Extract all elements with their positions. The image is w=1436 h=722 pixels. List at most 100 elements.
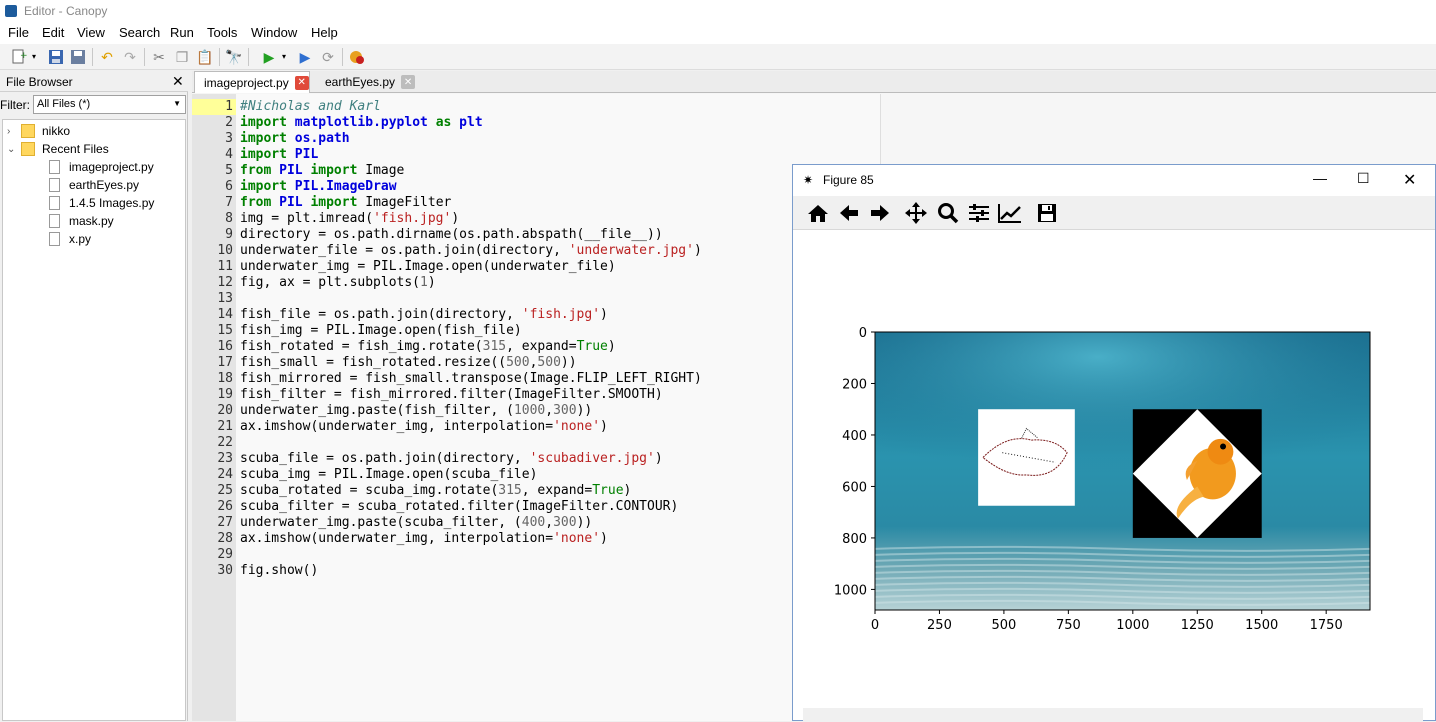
menu-run[interactable]: Run [170,25,194,40]
code-token: from [240,195,272,210]
line-number: 5 [225,163,233,178]
cut-icon[interactable]: ✂ [150,48,168,66]
menu-file[interactable]: File [8,25,29,40]
code-token: ) [693,243,702,258]
menu-window[interactable]: Window [251,25,297,40]
line-number: 13 [217,291,233,306]
restart-kernel-icon[interactable]: ⟳ [319,48,337,66]
tree-folder-nikko[interactable]: › nikko [7,122,70,140]
code-token: fish_mirrored = fish_small.transpose(Ima… [240,371,702,386]
code-token: fig, ax = plt.subplots( [240,275,421,290]
toolbar-separator [219,48,220,66]
menu-edit[interactable]: Edit [42,25,64,40]
x-tick-label: 250 [927,618,952,633]
package-manager-icon[interactable] [348,48,366,66]
code-text-area[interactable]: #Nicholas and Karl import matplotlib.pypl… [236,94,881,721]
code-line: underwater_img.paste(scuba_filter, (400,… [240,515,592,531]
editor-tabs: imageproject.py ✕ earthEyes.py ✕ [192,71,1436,93]
code-line: import PIL [240,147,318,163]
line-number: 7 [225,195,233,210]
new-file-dropdown-icon[interactable]: ▾ [29,48,39,66]
close-icon[interactable]: ✕ [172,73,184,90]
tree-folder-recent-files[interactable]: ⌄ Recent Files [7,140,109,158]
tree-file[interactable]: earthEyes.py [49,176,139,194]
code-token: 315 [498,483,522,498]
window-title: Editor - Canopy [24,4,108,18]
run-dropdown-icon[interactable]: ▾ [279,48,289,66]
file-browser-panel: File Browser ✕ Filter: All Files (*) ▼ ›… [0,71,188,721]
subplots-icon[interactable] [966,201,992,225]
code-line: fig.show() [240,563,318,579]
code-token: scuba_filter = scuba_rotated.filter(Imag… [240,499,679,514]
menu-search[interactable]: Search [119,25,160,40]
tree-file[interactable]: mask.py [49,212,114,230]
figure-title: Figure 85 [823,173,874,187]
chevron-down-icon[interactable]: ⌄ [7,144,21,155]
code-line: scuba_file = os.path.join(directory, 'sc… [240,451,663,467]
code-token: Image [357,163,405,178]
close-icon[interactable]: ✕ [1403,170,1416,190]
save-icon[interactable] [1034,201,1060,225]
folder-icon [21,142,35,156]
tree-file[interactable]: x.py [49,230,91,248]
code-line: directory = os.path.dirname(os.path.absp… [240,227,663,243]
back-arrow-icon[interactable] [836,201,862,225]
menu-help[interactable]: Help [311,25,338,40]
figure-canvas[interactable]: 0 250 500 750 1000 1250 1500 1750 0 200 400 600 800 1… [793,231,1435,707]
line-number: 15 [217,323,233,338]
code-token: 400 [521,515,546,530]
filter-value: All Files (*) [37,98,91,110]
code-token: , expand= [506,339,577,354]
code-token: from [240,163,272,178]
tree-file[interactable]: imageproject.py [49,158,154,176]
save-all-icon[interactable] [69,48,87,66]
tab-eartheyes[interactable]: earthEyes.py ✕ [316,71,420,93]
minimize-icon[interactable]: — [1313,170,1327,186]
code-token: )) [560,355,577,370]
paste-icon[interactable]: 📋 [196,48,214,66]
run-icon[interactable]: ▶ [260,48,278,66]
underwater-light-rays [875,332,1370,499]
filter-label: Filter: [0,98,30,112]
tree-file[interactable]: 1.4.5 Images.py [49,194,154,212]
menu-tools[interactable]: Tools [207,25,237,40]
code-line: ax.imshow(underwater_img, interpolation=… [240,531,608,547]
file-icon [49,214,60,228]
code-line: scuba_filter = scuba_rotated.filter(Imag… [240,499,678,515]
undo-icon[interactable]: ↶ [98,48,116,66]
home-icon[interactable] [805,201,831,225]
find-replace-icon[interactable]: 🔭 [225,48,243,66]
close-icon[interactable]: ✕ [294,75,309,90]
filter-select[interactable]: All Files (*) ▼ [33,95,186,114]
code-line: underwater_file = os.path.join(directory… [240,243,702,259]
pan-icon[interactable] [903,201,929,225]
chevron-down-icon: ▼ [173,99,181,108]
tab-imageproject[interactable]: imageproject.py ✕ [194,71,310,93]
chevron-right-icon[interactable]: › [7,126,21,137]
line-number: 22 [217,435,233,450]
line-number: 26 [217,499,233,514]
copy-icon[interactable]: ❐ [173,48,191,66]
code-token: scuba_file = os.path.join(directory, [240,451,530,466]
close-icon[interactable]: ✕ [401,75,416,89]
y-tick-label: 800 [842,532,867,547]
forward-arrow-icon[interactable] [867,201,893,225]
zoom-icon[interactable] [935,201,961,225]
code-token: fig.show() [240,563,319,578]
maximize-icon[interactable]: ☐ [1357,170,1370,187]
code-token: underwater_img.paste(scuba_filter, ( [240,515,522,530]
line-number: 3 [225,131,233,146]
code-token: scuba_rotated = scuba_img.rotate( [240,483,499,498]
redo-icon[interactable]: ↷ [121,48,139,66]
axes-edit-icon[interactable] [997,201,1023,225]
menu-view[interactable]: View [77,25,105,40]
code-token: import [240,115,287,130]
code-line: ax.imshow(underwater_img, interpolation=… [240,419,608,435]
new-file-icon[interactable]: + [10,48,28,66]
figure-title-bar: ✷ Figure 85 — ☐ ✕ [793,165,1435,195]
save-icon[interactable] [47,48,65,66]
y-tick-label: 600 [842,480,867,495]
code-token: 'none' [553,419,601,434]
debug-run-icon[interactable]: ▶ [296,48,314,66]
